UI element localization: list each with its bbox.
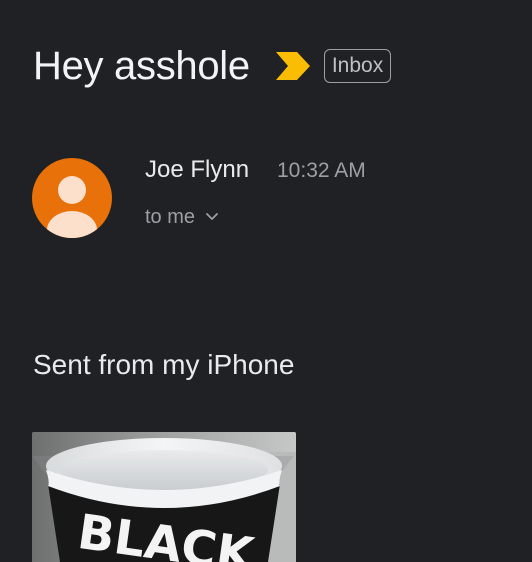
email-view: Hey asshole Inbox Joe Flynn 10:32 AM to …: [0, 0, 532, 562]
email-subject: Hey asshole: [33, 44, 250, 88]
sender-avatar[interactable]: [32, 158, 112, 238]
mug-photo: BLACK: [32, 432, 296, 562]
message-body: Sent from my iPhone: [33, 349, 295, 380]
recipient-details-toggle[interactable]: to me: [145, 202, 219, 232]
recipient-label: to me: [145, 205, 196, 228]
image-attachment[interactable]: BLACK: [32, 432, 296, 562]
importance-marker-icon[interactable]: [275, 52, 310, 80]
sender-name[interactable]: Joe Flynn: [145, 155, 249, 185]
message-timestamp: 10:32 AM: [277, 159, 366, 182]
chevron-down-icon: [205, 212, 219, 222]
subject-row: Hey asshole Inbox: [33, 38, 392, 94]
inbox-label-chip[interactable]: Inbox: [323, 49, 392, 83]
person-icon: [47, 176, 97, 238]
